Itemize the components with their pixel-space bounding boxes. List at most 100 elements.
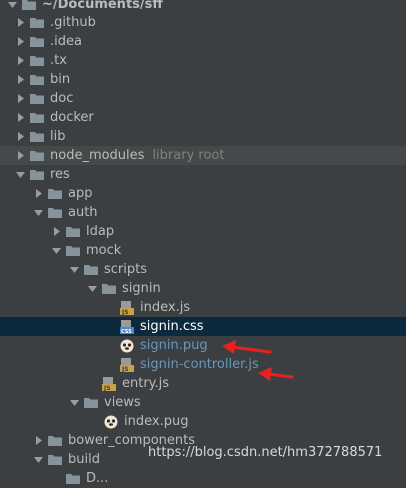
- tree-label: index.pug: [124, 414, 189, 429]
- tree-label: entry.js: [122, 376, 170, 391]
- tree-label: D...: [86, 471, 109, 486]
- chevron-right-icon[interactable]: [14, 74, 26, 86]
- chevron-down-icon[interactable]: [14, 169, 26, 181]
- folder-icon: [48, 453, 62, 467]
- folder-icon: [30, 35, 44, 49]
- tree-label: signin-controller.js: [140, 357, 259, 372]
- js-file-icon: JS: [120, 300, 134, 316]
- tree-label: .tx: [50, 53, 67, 68]
- folder-icon: [48, 206, 62, 220]
- folder-icon: [66, 244, 80, 258]
- watermark-text: https://blog.csdn.net/hm372788571: [148, 445, 383, 460]
- chevron-down-icon[interactable]: [6, 0, 18, 11]
- chevron-right-icon[interactable]: [14, 150, 26, 162]
- folder-icon: [66, 472, 80, 486]
- tree-row-scripts[interactable]: scripts: [0, 260, 406, 279]
- tree-row-signin-controller-js[interactable]: JS signin-controller.js: [0, 355, 406, 374]
- chevron-down-icon[interactable]: [32, 207, 44, 219]
- folder-icon: [30, 54, 44, 68]
- tree-label: docker: [50, 110, 94, 125]
- tree-label: ~/Documents/sff: [42, 0, 163, 12]
- chevron-down-icon[interactable]: [32, 454, 44, 466]
- folder-icon: [102, 282, 116, 296]
- chevron-right-icon[interactable]: [14, 36, 26, 48]
- chevron-right-icon[interactable]: [32, 188, 44, 200]
- svg-text:JS: JS: [103, 385, 111, 391]
- js-file-icon: JS: [102, 376, 116, 392]
- tree-row-ldap[interactable]: ldap: [0, 222, 406, 241]
- folder-icon: [84, 263, 98, 277]
- tree-row-github[interactable]: .github: [0, 13, 406, 32]
- tree-label: build: [68, 452, 100, 467]
- tree-label: signin: [122, 281, 161, 296]
- tree-row-node-modules[interactable]: node_modules library root: [0, 146, 406, 165]
- tree-label: doc: [50, 91, 74, 106]
- tree-label: signin.pug: [140, 338, 208, 353]
- folder-icon: [30, 149, 44, 163]
- chevron-down-icon[interactable]: [68, 264, 80, 276]
- tree-row-signin-pug[interactable]: signin.pug: [0, 336, 406, 355]
- chevron-right-icon[interactable]: [14, 17, 26, 29]
- tree-row-index-pug[interactable]: index.pug: [0, 412, 406, 431]
- svg-text:CSS: CSS: [121, 329, 132, 334]
- tree-label: node_modules: [50, 148, 145, 163]
- tree-row-doc[interactable]: doc: [0, 89, 406, 108]
- chevron-right-icon[interactable]: [14, 93, 26, 105]
- chevron-right-icon[interactable]: [14, 112, 26, 124]
- folder-icon: [30, 111, 44, 125]
- tree-label: mock: [86, 243, 122, 258]
- project-tree: ~/Documents/sff .github .idea .tx bin do…: [0, 0, 406, 486]
- tree-row-entry-js[interactable]: JS entry.js: [0, 374, 406, 393]
- chevron-right-icon[interactable]: [32, 435, 44, 447]
- tree-row-app[interactable]: app: [0, 184, 406, 203]
- js-file-icon: JS: [120, 357, 134, 373]
- folder-icon: [84, 396, 98, 410]
- tree-row-lib[interactable]: lib: [0, 127, 406, 146]
- folder-icon: [30, 168, 44, 182]
- tree-label: res: [50, 167, 70, 182]
- tree-row-idea[interactable]: .idea: [0, 32, 406, 51]
- tree-row-views[interactable]: views: [0, 393, 406, 412]
- css-file-icon: CSS: [120, 319, 134, 335]
- tree-row-index-js[interactable]: JS index.js: [0, 298, 406, 317]
- folder-icon: [48, 434, 62, 448]
- tree-label: lib: [50, 129, 66, 144]
- folder-icon: [66, 225, 80, 239]
- chevron-right-icon[interactable]: [14, 131, 26, 143]
- tree-label: signin.css: [140, 319, 204, 334]
- tree-label: views: [104, 395, 141, 410]
- tree-row-signin[interactable]: signin: [0, 279, 406, 298]
- tree-row-tx[interactable]: .tx: [0, 51, 406, 70]
- tree-row-signin-css[interactable]: CSS signin.css: [0, 317, 406, 336]
- tree-label: app: [68, 186, 93, 201]
- pug-file-icon: [120, 339, 134, 353]
- svg-text:JS: JS: [121, 366, 129, 372]
- tree-row-bin[interactable]: bin: [0, 70, 406, 89]
- tree-label: auth: [68, 205, 98, 220]
- chevron-right-icon[interactable]: [50, 226, 62, 238]
- tree-row-root[interactable]: ~/Documents/sff: [0, 0, 406, 14]
- chevron-right-icon[interactable]: [14, 55, 26, 67]
- tree-label: index.js: [140, 300, 191, 315]
- folder-icon: [30, 130, 44, 144]
- chevron-down-icon[interactable]: [68, 397, 80, 409]
- tree-label: ldap: [86, 224, 115, 239]
- tree-label: bin: [50, 72, 71, 87]
- tree-label: .idea: [50, 34, 82, 49]
- tree-row-auth[interactable]: auth: [0, 203, 406, 222]
- tree-row-mock[interactable]: mock: [0, 241, 406, 260]
- library-root-label: library root: [152, 148, 225, 163]
- tree-label: scripts: [104, 262, 147, 277]
- chevron-down-icon[interactable]: [50, 245, 62, 257]
- tree-row-docker[interactable]: docker: [0, 108, 406, 127]
- pug-file-icon: [104, 415, 118, 429]
- folder-icon: [30, 73, 44, 87]
- folder-icon: [22, 0, 36, 12]
- tree-label: .github: [50, 15, 96, 30]
- svg-text:JS: JS: [121, 309, 129, 315]
- folder-icon: [30, 92, 44, 106]
- chevron-down-icon[interactable]: [86, 283, 98, 295]
- tree-row-res[interactable]: res: [0, 165, 406, 184]
- folder-icon: [48, 187, 62, 201]
- tree-row-partial[interactable]: D...: [0, 469, 406, 488]
